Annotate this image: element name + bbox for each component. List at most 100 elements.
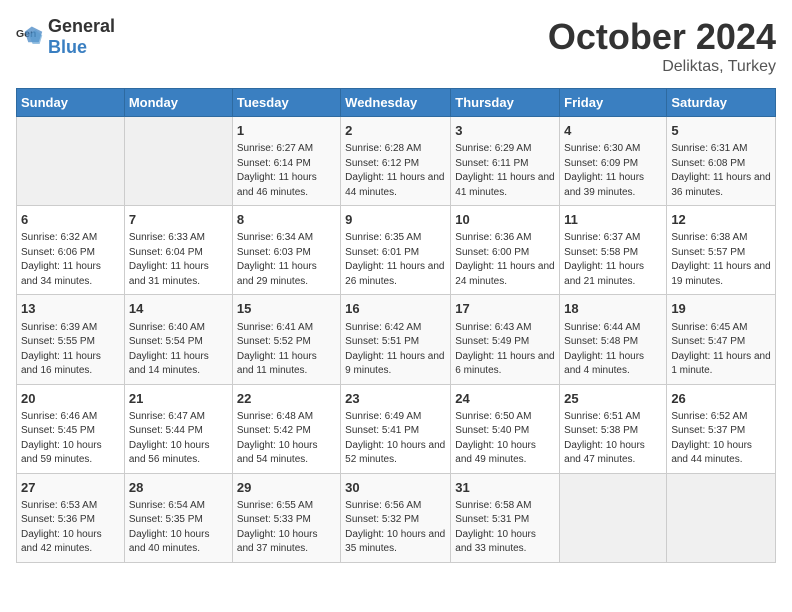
header-monday: Monday: [124, 89, 232, 117]
calendar-cell: 22 Sunrise: 6:48 AM Sunset: 5:42 PM Dayli…: [232, 384, 340, 473]
day-number: 13: [21, 300, 120, 318]
day-info: Sunrise: 6:51 AM Sunset: 5:38 PM Dayligh…: [564, 410, 662, 468]
day-info: Sunrise: 6:27 AM Sunset: 6:14 PM Dayligh…: [237, 142, 336, 200]
calendar-week-1: 1 Sunrise: 6:27 AM Sunset: 6:14 PM Daylig…: [17, 117, 776, 206]
calendar-cell: 4 Sunrise: 6:30 AM Sunset: 6:09 PM Daylig…: [560, 117, 667, 206]
calendar-week-3: 13Sunrise: 6:39 AM Sunset: 5:55 PM Dayli…: [17, 295, 776, 384]
calendar-cell: 6 Sunrise: 6:32 AM Sunset: 6:06 PM Daylig…: [17, 206, 125, 295]
day-number: 25: [564, 390, 662, 408]
day-number: 28: [129, 479, 228, 497]
calendar-cell: 17Sunrise: 6:43 AM Sunset: 5:49 PM Dayli…: [451, 295, 560, 384]
day-info: Sunrise: 6:40 AM Sunset: 5:54 PM Dayligh…: [129, 321, 228, 379]
day-info: Sunrise: 6:37 AM Sunset: 5:58 PM Dayligh…: [564, 231, 662, 289]
day-info: Sunrise: 6:35 AM Sunset: 6:01 PM Dayligh…: [345, 231, 446, 289]
day-number: 4: [564, 122, 662, 140]
day-info: Sunrise: 6:29 AM Sunset: 6:11 PM Dayligh…: [455, 142, 555, 200]
calendar-week-4: 20 Sunrise: 6:46 AM Sunset: 5:45 PM Dayli…: [17, 384, 776, 473]
logo-text-general: General: [48, 16, 115, 36]
day-number: 30: [345, 479, 446, 497]
day-info: Sunrise: 6:52 AM Sunset: 5:37 PM Dayligh…: [671, 410, 771, 468]
day-info: Sunrise: 6:56 AM Sunset: 5:32 PM Dayligh…: [345, 499, 446, 557]
day-info: Sunrise: 6:48 AM Sunset: 5:42 PM Dayligh…: [237, 410, 336, 468]
calendar-cell: 30 Sunrise: 6:56 AM Sunset: 5:32 PM Dayli…: [341, 473, 451, 562]
day-number: 17: [455, 300, 555, 318]
day-info: Sunrise: 6:47 AM Sunset: 5:44 PM Dayligh…: [129, 410, 228, 468]
calendar-cell: 28Sunrise: 6:54 AM Sunset: 5:35 PM Dayli…: [124, 473, 232, 562]
calendar-cell: 13Sunrise: 6:39 AM Sunset: 5:55 PM Dayli…: [17, 295, 125, 384]
header-saturday: Saturday: [667, 89, 776, 117]
calendar-cell: 8 Sunrise: 6:34 AM Sunset: 6:03 PM Daylig…: [232, 206, 340, 295]
day-info: Sunrise: 6:31 AM Sunset: 6:08 PM Dayligh…: [671, 142, 771, 200]
day-number: 8: [237, 211, 336, 229]
day-number: 19: [671, 300, 771, 318]
day-info: Sunrise: 6:44 AM Sunset: 5:48 PM Dayligh…: [564, 321, 662, 379]
calendar-cell: 10Sunrise: 6:36 AM Sunset: 6:00 PM Dayli…: [451, 206, 560, 295]
day-number: 1: [237, 122, 336, 140]
day-info: Sunrise: 6:28 AM Sunset: 6:12 PM Dayligh…: [345, 142, 446, 200]
day-info: Sunrise: 6:53 AM Sunset: 5:36 PM Dayligh…: [21, 499, 120, 557]
calendar-cell: 15Sunrise: 6:41 AM Sunset: 5:52 PM Dayli…: [232, 295, 340, 384]
calendar-cell: [17, 117, 125, 206]
day-number: 10: [455, 211, 555, 229]
calendar-body: 1 Sunrise: 6:27 AM Sunset: 6:14 PM Daylig…: [17, 117, 776, 563]
calendar-cell: [560, 473, 667, 562]
calendar-cell: 25 Sunrise: 6:51 AM Sunset: 5:38 PM Dayli…: [560, 384, 667, 473]
day-info: Sunrise: 6:34 AM Sunset: 6:03 PM Dayligh…: [237, 231, 336, 289]
calendar-cell: 31Sunrise: 6:58 AM Sunset: 5:31 PM Dayli…: [451, 473, 560, 562]
day-number: 7: [129, 211, 228, 229]
day-number: 9: [345, 211, 446, 229]
calendar-header-row: Sunday Monday Tuesday Wednesday Thursday…: [17, 89, 776, 117]
day-number: 12: [671, 211, 771, 229]
day-number: 15: [237, 300, 336, 318]
calendar-cell: 20 Sunrise: 6:46 AM Sunset: 5:45 PM Dayli…: [17, 384, 125, 473]
day-info: Sunrise: 6:49 AM Sunset: 5:41 PM Dayligh…: [345, 410, 446, 468]
calendar-cell: 11 Sunrise: 6:37 AM Sunset: 5:58 PM Dayli…: [560, 206, 667, 295]
calendar-cell: 7 Sunrise: 6:33 AM Sunset: 6:04 PM Daylig…: [124, 206, 232, 295]
day-info: Sunrise: 6:46 AM Sunset: 5:45 PM Dayligh…: [21, 410, 120, 468]
day-info: Sunrise: 6:42 AM Sunset: 5:51 PM Dayligh…: [345, 321, 446, 379]
day-number: 14: [129, 300, 228, 318]
day-number: 22: [237, 390, 336, 408]
calendar-cell: 3Sunrise: 6:29 AM Sunset: 6:11 PM Daylig…: [451, 117, 560, 206]
day-number: 27: [21, 479, 120, 497]
day-info: Sunrise: 6:38 AM Sunset: 5:57 PM Dayligh…: [671, 231, 771, 289]
day-info: Sunrise: 6:58 AM Sunset: 5:31 PM Dayligh…: [455, 499, 555, 557]
calendar-cell: 9 Sunrise: 6:35 AM Sunset: 6:01 PM Daylig…: [341, 206, 451, 295]
calendar-cell: 18Sunrise: 6:44 AM Sunset: 5:48 PM Dayli…: [560, 295, 667, 384]
calendar-cell: 19 Sunrise: 6:45 AM Sunset: 5:47 PM Dayli…: [667, 295, 776, 384]
header-tuesday: Tuesday: [232, 89, 340, 117]
calendar-cell: 23 Sunrise: 6:49 AM Sunset: 5:41 PM Dayli…: [341, 384, 451, 473]
calendar-cell: [667, 473, 776, 562]
day-number: 6: [21, 211, 120, 229]
calendar-week-5: 27 Sunrise: 6:53 AM Sunset: 5:36 PM Dayli…: [17, 473, 776, 562]
logo-icon: Gen: [16, 23, 44, 51]
day-info: Sunrise: 6:50 AM Sunset: 5:40 PM Dayligh…: [455, 410, 555, 468]
day-number: 21: [129, 390, 228, 408]
calendar-cell: 21 Sunrise: 6:47 AM Sunset: 5:44 PM Dayli…: [124, 384, 232, 473]
calendar-cell: 12 Sunrise: 6:38 AM Sunset: 5:57 PM Dayli…: [667, 206, 776, 295]
calendar-cell: 1 Sunrise: 6:27 AM Sunset: 6:14 PM Daylig…: [232, 117, 340, 206]
day-number: 16: [345, 300, 446, 318]
day-info: Sunrise: 6:45 AM Sunset: 5:47 PM Dayligh…: [671, 321, 771, 379]
day-number: 26: [671, 390, 771, 408]
day-info: Sunrise: 6:30 AM Sunset: 6:09 PM Dayligh…: [564, 142, 662, 200]
calendar-cell: 16 Sunrise: 6:42 AM Sunset: 5:51 PM Dayli…: [341, 295, 451, 384]
calendar-cell: 27 Sunrise: 6:53 AM Sunset: 5:36 PM Dayli…: [17, 473, 125, 562]
calendar-cell: 24Sunrise: 6:50 AM Sunset: 5:40 PM Dayli…: [451, 384, 560, 473]
month-title: October 2024: [548, 16, 776, 58]
calendar-cell: 14 Sunrise: 6:40 AM Sunset: 5:54 PM Dayli…: [124, 295, 232, 384]
day-info: Sunrise: 6:33 AM Sunset: 6:04 PM Dayligh…: [129, 231, 228, 289]
calendar-cell: 26 Sunrise: 6:52 AM Sunset: 5:37 PM Dayli…: [667, 384, 776, 473]
day-number: 20: [21, 390, 120, 408]
day-number: 23: [345, 390, 446, 408]
calendar-week-2: 6 Sunrise: 6:32 AM Sunset: 6:06 PM Daylig…: [17, 206, 776, 295]
day-number: 5: [671, 122, 771, 140]
calendar-cell: 2 Sunrise: 6:28 AM Sunset: 6:12 PM Daylig…: [341, 117, 451, 206]
day-number: 2: [345, 122, 446, 140]
page-header: Gen General Blue October 2024 Deliktas, …: [16, 16, 776, 76]
day-info: Sunrise: 6:32 AM Sunset: 6:06 PM Dayligh…: [21, 231, 120, 289]
header-thursday: Thursday: [451, 89, 560, 117]
day-number: 11: [564, 211, 662, 229]
header-sunday: Sunday: [17, 89, 125, 117]
calendar-cell: 5 Sunrise: 6:31 AM Sunset: 6:08 PM Daylig…: [667, 117, 776, 206]
